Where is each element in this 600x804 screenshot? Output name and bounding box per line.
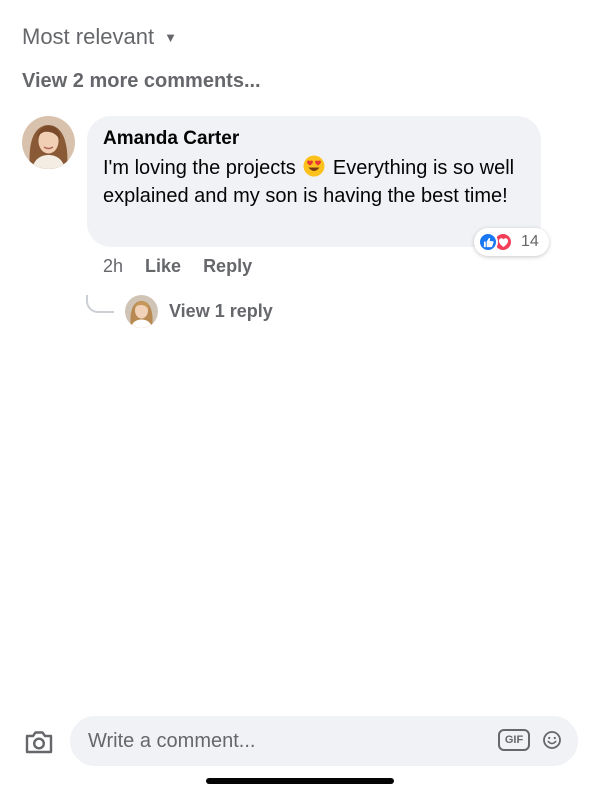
- reaction-count: 14: [521, 233, 539, 250]
- sort-label: Most relevant: [22, 24, 155, 49]
- emoji-button[interactable]: [542, 730, 562, 750]
- comment-bubble[interactable]: Amanda Carter I'm loving the projects Ev…: [87, 116, 541, 247]
- reply-avatar-photo-icon: [125, 295, 158, 328]
- reactions-summary[interactable]: 14: [474, 228, 549, 256]
- avatar-photo-icon: [22, 116, 75, 169]
- comment-input-wrapper: GIF: [70, 716, 578, 766]
- comment-actions: 2h Like Reply: [103, 256, 252, 277]
- comment-timestamp[interactable]: 2h: [103, 256, 123, 277]
- comment-author[interactable]: Amanda Carter: [103, 128, 525, 150]
- comment-composer: GIF: [0, 712, 600, 772]
- reply-connector-line: [86, 295, 114, 313]
- sort-dropdown[interactable]: Most relevant ▼: [22, 24, 177, 50]
- comment-text-part-1: I'm loving the projects: [103, 157, 296, 179]
- heart-eyes-emoji-icon: [303, 155, 325, 177]
- gif-button[interactable]: GIF: [498, 729, 530, 751]
- comment-input[interactable]: [88, 716, 488, 766]
- home-indicator[interactable]: [206, 778, 394, 784]
- smiley-icon: [543, 731, 561, 749]
- comment-text: I'm loving the projects Everything is so…: [103, 154, 533, 210]
- camera-icon: [25, 731, 53, 754]
- view-more-comments-link[interactable]: View 2 more comments...: [22, 70, 261, 93]
- reply-button[interactable]: Reply: [203, 256, 252, 277]
- caret-down-icon: ▼: [164, 29, 177, 45]
- camera-button[interactable]: [24, 728, 54, 756]
- like-button[interactable]: Like: [145, 256, 181, 277]
- reply-avatar[interactable]: [125, 295, 158, 328]
- avatar[interactable]: [22, 116, 75, 169]
- view-replies-link[interactable]: View 1 reply: [169, 301, 273, 322]
- like-reaction-icon: [478, 232, 498, 252]
